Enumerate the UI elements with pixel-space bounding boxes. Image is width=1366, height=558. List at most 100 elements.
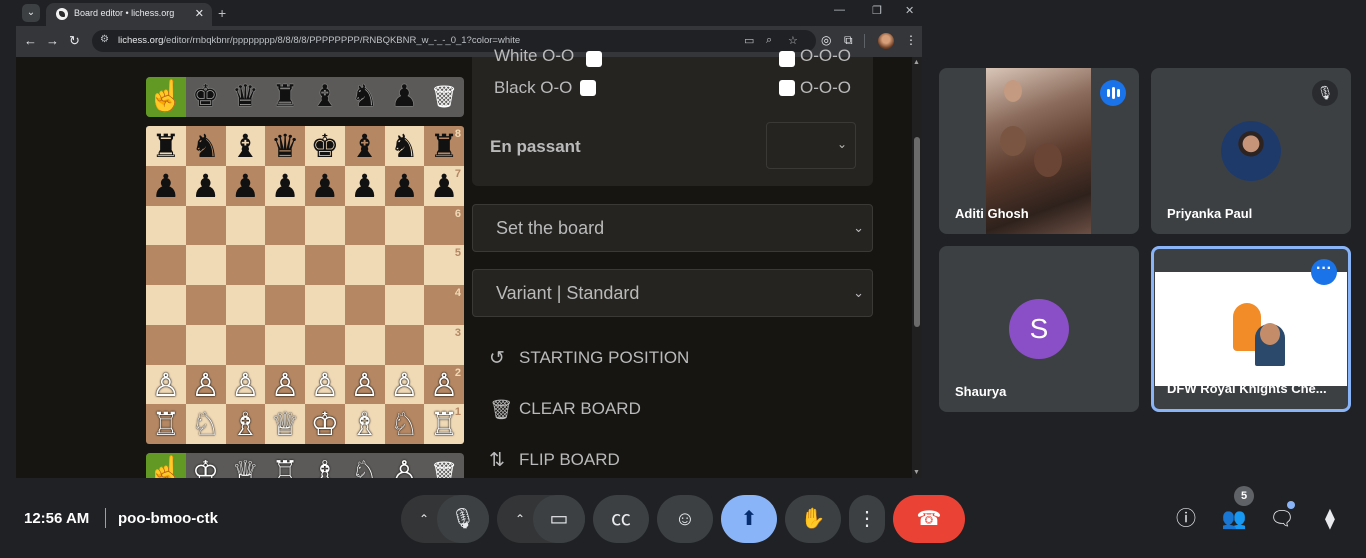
black-piece[interactable]: ♟ [265,166,305,206]
white-piece[interactable]: ♙ [186,365,226,405]
spare-white-bishop[interactable]: ♗ [305,453,345,478]
board-square[interactable] [265,285,305,325]
activities-icon[interactable]: ⧫ [1317,506,1343,532]
white-piece[interactable]: ♙ [345,365,385,405]
board-square[interactable] [185,205,226,246]
chessboard[interactable]: ♜ ♞ ♝ ♛ ♚ ♝ ♞ ♜ 8 ♟ ♟ ♟ ♟ ♟ ♟ ♟ ♟ 7 6 5 4 3 ♙ ♙ ♙ ♙ ♙ ♙ ♙ ♙ 2 ♖ ♘ ♗ ♕ ♔ ♗ ♘ ♖ 1 [146,126,464,444]
white-piece[interactable]: ♗ [345,404,385,444]
black-piece[interactable]: ♜ [146,126,186,166]
white-piece[interactable]: ♙ [265,365,305,405]
white-piece[interactable]: ♙ [226,365,266,405]
cast-icon[interactable]: ▭ [744,34,754,47]
maximize-icon[interactable]: ❐ [872,4,882,17]
browser-tab[interactable]: Board editor • lichess.org ✕ [46,3,212,26]
board-square[interactable] [265,205,305,246]
scroll-up-icon[interactable]: ▲ [913,59,920,66]
white-piece[interactable]: ♗ [226,404,266,444]
forward-icon[interactable]: → [46,33,59,48]
profile-avatar[interactable] [878,33,894,49]
leave-call-button[interactable]: ☎ [893,495,965,543]
board-square[interactable] [225,205,266,246]
raise-hand-button[interactable]: ✋ [785,495,841,543]
board-square[interactable] [265,245,305,285]
spare-white-queen[interactable]: ♕ [226,453,266,478]
mic-options-chevron-icon[interactable]: ⌃ [408,495,440,543]
board-square[interactable] [146,245,186,285]
board-square[interactable] [305,324,345,365]
board-square[interactable] [344,245,385,285]
trash-icon[interactable]: 🗑 [424,77,464,117]
board-square[interactable] [384,245,425,285]
variant-select[interactable]: Variant | Standard ⌄ [472,269,873,317]
reload-icon[interactable]: ↻ [69,33,80,49]
participant-tile[interactable]: S Shaurya [939,246,1139,412]
board-square[interactable] [225,285,266,325]
black-piece[interactable]: ♟ [146,166,186,206]
board-square[interactable] [344,285,385,325]
spare-white-pawn[interactable]: ♙ [385,453,425,478]
zoom-icon[interactable]: ⌕ [766,34,772,47]
mic-button[interactable]: 🎙 [437,495,489,543]
black-piece[interactable]: ♚ [305,126,345,166]
board-square[interactable] [384,205,425,246]
black-piece[interactable]: ♟ [226,166,266,206]
reactions-button[interactable]: ☺ [657,495,713,543]
camera-button[interactable]: ▭ [533,495,585,543]
board-square[interactable] [265,324,305,365]
white-castle-short-checkbox[interactable] [586,51,602,67]
board-square[interactable] [146,285,186,325]
board-square[interactable] [225,245,266,285]
address-bar[interactable]: ⚙ lichess.org/editor/rnbqkbnr/pppppppp/8… [92,30,816,52]
spare-black-queen[interactable]: ♛ [226,77,266,117]
hand-pointer-icon[interactable]: ☝ [146,77,186,117]
spare-white-king[interactable]: ♔ [186,453,226,478]
white-piece[interactable]: ♙ [305,365,345,405]
black-piece[interactable]: ♟ [385,166,425,206]
tab-close-icon[interactable]: ✕ [195,7,204,20]
black-piece[interactable]: ♟ [186,166,226,206]
close-window-icon[interactable]: ✕ [905,4,914,17]
scrollbar-thumb[interactable] [914,137,920,327]
scroll-down-icon[interactable]: ▼ [913,469,920,476]
black-castle-short-checkbox[interactable] [580,80,596,96]
board-square[interactable] [185,285,226,325]
hand-pointer-icon[interactable]: ☝ [146,453,186,478]
black-piece[interactable]: ♞ [186,126,226,166]
participant-tile-pinned[interactable]: ··· DFW Royal Knights Che... [1151,246,1351,412]
en-passant-select[interactable]: ⌄ [766,122,856,169]
white-piece[interactable]: ♙ [146,365,186,405]
site-info-icon[interactable]: ⚙ [100,34,109,45]
board-square[interactable] [146,324,186,365]
white-piece[interactable]: ♘ [186,404,226,444]
black-piece[interactable]: ♟ [305,166,345,206]
captions-button[interactable]: ㏄ [593,495,649,543]
page-scrollbar[interactable]: ▲ ▼ [912,57,922,478]
tab-search-icon[interactable]: ⌄ [22,4,40,22]
board-square[interactable] [305,205,345,246]
white-castle-long-checkbox[interactable] [779,51,795,67]
board-square[interactable] [185,324,226,365]
board-square[interactable] [384,285,425,325]
bookmark-star-icon[interactable]: ☆ [788,34,798,47]
white-piece[interactable]: ♙ [385,365,425,405]
black-piece[interactable]: ♝ [345,126,385,166]
black-piece[interactable]: ♛ [265,126,305,166]
new-tab-icon[interactable]: + [218,5,226,21]
spare-white-knight[interactable]: ♘ [345,453,385,478]
spare-black-bishop[interactable]: ♝ [305,77,345,117]
spare-black-knight[interactable]: ♞ [345,77,385,117]
spare-black-pawn[interactable]: ♟ [385,77,425,117]
board-square[interactable] [384,324,425,365]
participant-tile[interactable]: 🎙 Priyanka Paul [1151,68,1351,234]
white-piece[interactable]: ♕ [265,404,305,444]
board-square[interactable] [305,285,345,325]
board-square[interactable] [225,324,266,365]
spare-white-rook[interactable]: ♖ [265,453,305,478]
board-square[interactable] [146,205,186,246]
trash-icon[interactable]: 🗑 [424,453,464,478]
people-icon[interactable]: 👥 [1221,506,1247,532]
browser-menu-icon[interactable]: ⋮ [905,33,917,47]
present-screen-button[interactable]: ⬆ [721,495,777,543]
black-piece[interactable]: ♝ [226,126,266,166]
back-icon[interactable]: ← [24,33,37,48]
